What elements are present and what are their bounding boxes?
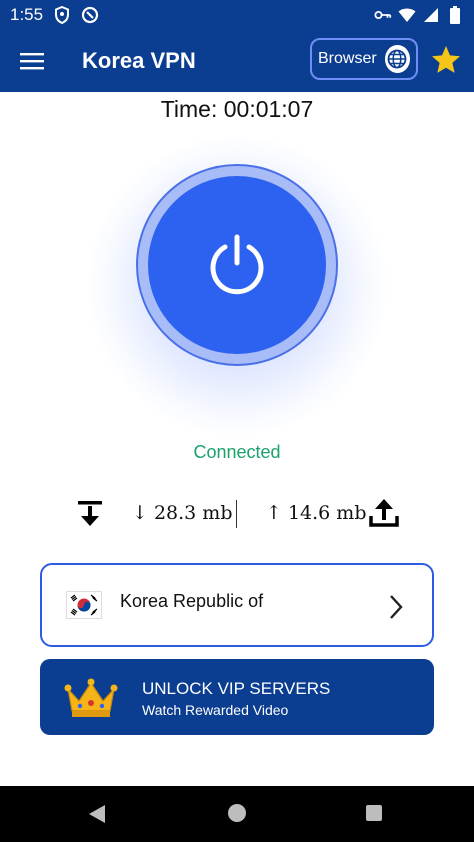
crown-icon bbox=[64, 678, 118, 717]
status-time: 1:55 bbox=[10, 5, 44, 24]
status-bar: 1:55 bbox=[0, 0, 474, 30]
vip-subtitle: Watch Rewarded Video bbox=[142, 702, 289, 718]
connection-timer: Time: 00:01:07 bbox=[160, 96, 314, 122]
traffic-row: ↓ 28.3 mb ↑ 14.6 mb bbox=[0, 494, 474, 534]
shield-icon bbox=[53, 6, 71, 24]
data-saver-icon bbox=[81, 6, 99, 24]
download-icon bbox=[78, 501, 102, 526]
power-icon bbox=[210, 234, 264, 295]
upload-icon bbox=[369, 499, 399, 527]
menu-button[interactable] bbox=[0, 30, 64, 92]
korea-flag-icon bbox=[66, 591, 102, 619]
unlock-vip-button[interactable]: UNLOCK VIP SERVERS Watch Rewarded Video bbox=[40, 659, 434, 735]
star-icon bbox=[432, 46, 460, 73]
system-nav-bar bbox=[0, 786, 474, 842]
browser-button[interactable]: Browser bbox=[310, 38, 418, 80]
connection-status: Connected bbox=[193, 442, 281, 462]
cell-signal-icon bbox=[422, 6, 440, 24]
upload-amount: ↑ 14.6 mb bbox=[266, 502, 367, 524]
app-title: Korea VPN bbox=[82, 48, 196, 73]
app-bar: Korea VPN Browser bbox=[0, 30, 474, 92]
server-name: Korea Republic of bbox=[120, 591, 264, 611]
hamburger-menu-icon bbox=[20, 53, 44, 70]
globe-icon bbox=[384, 45, 410, 73]
download-amount: ↓ 28.3 mb bbox=[132, 502, 233, 524]
wifi-icon bbox=[398, 6, 416, 24]
favorite-button[interactable] bbox=[428, 42, 464, 78]
server-selector[interactable]: Korea Republic of bbox=[40, 563, 434, 647]
home-icon[interactable] bbox=[228, 804, 246, 822]
vip-title: UNLOCK VIP SERVERS bbox=[142, 679, 331, 698]
chevron-right-icon bbox=[390, 595, 403, 619]
browser-label: Browser bbox=[318, 50, 377, 67]
recent-apps-icon[interactable] bbox=[366, 805, 382, 821]
battery-icon bbox=[446, 6, 464, 24]
power-button[interactable] bbox=[148, 176, 326, 354]
back-icon[interactable] bbox=[88, 804, 106, 824]
traffic-divider bbox=[236, 500, 237, 528]
vpn-key-icon bbox=[374, 6, 392, 24]
